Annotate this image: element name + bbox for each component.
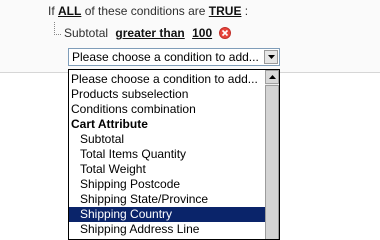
chevron-down-icon[interactable] — [264, 50, 278, 64]
option-shipping-country[interactable]: Shipping Country — [69, 207, 265, 222]
operator-link[interactable]: greater than — [115, 26, 184, 40]
option-conditions-combination[interactable]: Conditions combination — [69, 102, 265, 117]
condition-rule: Subtotal greater than 100 — [64, 26, 212, 40]
option-list: Please choose a condition to add... Prod… — [69, 72, 265, 237]
new-condition-select[interactable]: Please choose a condition to add... — [68, 48, 280, 66]
rule-conditions-panel: If ALL of these conditions are TRUE : Su… — [0, 0, 380, 73]
condition-header: If ALL of these conditions are TRUE : — [48, 4, 248, 18]
option-please-choose[interactable]: Please choose a condition to add... — [69, 72, 265, 87]
option-shipping-postcode[interactable]: Shipping Postcode — [69, 177, 265, 192]
rule-value-link[interactable]: 100 — [192, 26, 212, 40]
tree-connector — [54, 22, 61, 35]
option-total-items-quantity[interactable]: Total Items Quantity — [69, 147, 265, 162]
scroll-thumb[interactable] — [265, 85, 279, 239]
condition-dropdown-list: Please choose a condition to add... Prod… — [68, 69, 280, 240]
option-shipping-state-province[interactable]: Shipping State/Province — [69, 192, 265, 207]
condition-suffix: : — [244, 4, 249, 18]
select-value: Please choose a condition to add... — [72, 50, 259, 64]
remove-icon[interactable] — [219, 27, 231, 39]
dropdown-scrollbar[interactable] — [265, 70, 279, 239]
scroll-up-arrow-icon[interactable] — [265, 70, 279, 84]
option-subtotal[interactable]: Subtotal — [69, 132, 265, 147]
aggregator-link[interactable]: ALL — [58, 4, 81, 18]
option-shipping-address-line[interactable]: Shipping Address Line — [69, 222, 265, 237]
option-group-cart-attribute: Cart Attribute — [71, 117, 148, 131]
option-products-subselection[interactable]: Products subselection — [69, 87, 265, 102]
rule-attribute: Subtotal — [64, 26, 109, 40]
value-link[interactable]: TRUE — [209, 4, 242, 18]
option-total-weight[interactable]: Total Weight — [69, 162, 265, 177]
condition-prefix: If — [48, 4, 55, 18]
condition-middle-text: of these conditions are — [84, 4, 206, 18]
